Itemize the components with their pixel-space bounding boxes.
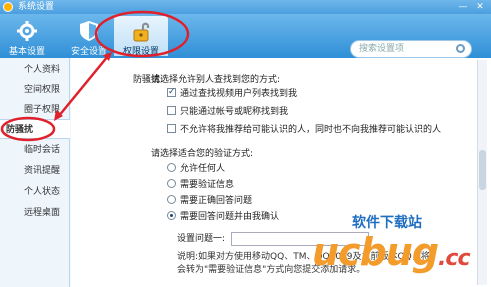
checkbox[interactable] <box>167 86 176 98</box>
sidebar-item-news-reminder[interactable]: 资讯提醒 <box>0 161 70 181</box>
option-label: 通过查找视频用户列表找到我 <box>180 89 298 99</box>
tab-basic-settings[interactable]: 基本设置 <box>0 16 54 57</box>
scrollbar-thumb[interactable] <box>479 150 486 190</box>
option-label: 只能通过帐号或昵称找到我 <box>180 107 289 117</box>
tab-permission-settings[interactable]: 权限设置 <box>114 16 168 57</box>
tab-label: 基本设置 <box>8 47 45 57</box>
watermark-logo: 软件下载站 ucbug.cc <box>312 210 490 284</box>
sidebar-item-profile[interactable]: 个人资料 <box>0 60 70 80</box>
option-label: 需要正确回答问题 <box>180 196 253 206</box>
find-option-video-list[interactable]: 通过查找视频用户列表找到我 <box>167 86 298 100</box>
radio-button[interactable] <box>167 211 176 220</box>
option-label: 需要验证信息 <box>180 180 235 190</box>
option-label: 需要回答问题并由我确认 <box>180 212 280 222</box>
search-input[interactable]: 搜索设置项 <box>350 40 472 58</box>
checkbox[interactable] <box>167 106 176 115</box>
tab-security-settings[interactable]: 安全设置 <box>62 16 116 57</box>
radio-button[interactable] <box>167 163 176 172</box>
window-title: 系统设置 <box>18 2 55 12</box>
radio-button[interactable] <box>167 195 176 204</box>
find-method-description: 请选择允许别人查找到您的方式: <box>151 75 281 85</box>
checkbox[interactable] <box>167 124 176 133</box>
find-option-no-recommend[interactable]: 不允许将我推荐给可能认识的人，同时也不向我推荐可能认识的人 <box>167 124 441 136</box>
tab-label: 权限设置 <box>122 47 159 57</box>
gear-icon <box>17 21 37 41</box>
option-label: 允许任何人 <box>180 164 226 174</box>
search-icon[interactable] <box>456 44 465 53</box>
sidebar-item-anti-harassment[interactable]: 防骚扰 <box>0 119 70 139</box>
close-button[interactable]: ✕ <box>472 1 488 13</box>
find-option-account-only[interactable]: 只能通过帐号或昵称找到我 <box>167 106 288 118</box>
sidebar-item-personal-status[interactable]: 个人状态 <box>0 182 70 202</box>
verify-option-verify-info[interactable]: 需要验证信息 <box>167 179 234 191</box>
question-label: 设置问题一: <box>177 234 226 244</box>
tab-label: 安全设置 <box>70 47 107 57</box>
search-placeholder: 搜索设置项 <box>359 44 405 54</box>
sidebar-item-remote-desktop[interactable]: 远程桌面 <box>0 203 70 223</box>
verify-method-description: 请选择适合您的验证方式: <box>151 149 254 159</box>
option-label: 不允许将我推荐给可能认识的人，同时也不向我推荐可能认识的人 <box>180 125 442 135</box>
sidebar-item-temp-session[interactable]: 临时会话 <box>0 140 70 160</box>
sidebar-item-space-permission[interactable]: 空间权限 <box>0 80 70 100</box>
minimize-button[interactable]: — <box>455 1 471 13</box>
sidebar: 个人资料 空间权限 圈子权限 防骚扰 临时会话 资讯提醒 个人状态 远程桌面 <box>0 58 70 287</box>
verify-option-correct-answer[interactable]: 需要正确回答问题 <box>167 195 252 207</box>
radio-button[interactable] <box>167 179 176 188</box>
shield-icon <box>80 21 98 41</box>
watermark-main-text: ucbug.cc <box>312 230 471 274</box>
title-bar: 系统设置 — ✕ <box>0 0 491 14</box>
verify-option-anyone[interactable]: 允许任何人 <box>167 163 225 175</box>
watermark-top-text: 软件下载站 <box>352 215 422 231</box>
sidebar-item-circle-permission[interactable]: 圈子权限 <box>0 100 70 120</box>
verify-option-answer-and-confirm[interactable]: 需要回答问题并由我确认 <box>167 211 279 223</box>
unlock-icon <box>133 22 150 42</box>
toolbar: 基本设置 安全设置 权限设置 搜索设置项 <box>0 14 491 58</box>
app-logo-icon <box>3 2 13 12</box>
